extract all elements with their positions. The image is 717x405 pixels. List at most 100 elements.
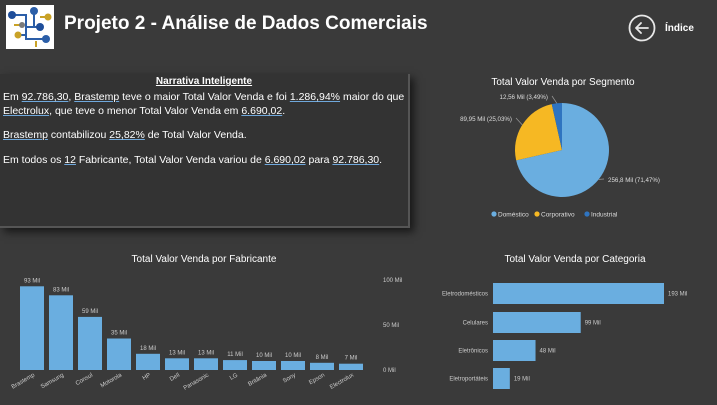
bar bbox=[493, 340, 536, 361]
legend-marker bbox=[534, 211, 540, 217]
narrative-value: 1.286,94% bbox=[289, 91, 341, 103]
y-tick-label: Celulares bbox=[463, 321, 488, 327]
page-title: Projeto 2 - Análise de Dados Comerciais bbox=[64, 13, 428, 34]
legend-label: Doméstico bbox=[498, 212, 529, 219]
index-label: Índice bbox=[665, 23, 694, 34]
pie-data-label: 12,56 Mil (3,49%) bbox=[500, 94, 549, 101]
header: Projeto 2 - Análise de Dados Comerciais … bbox=[0, 0, 717, 56]
legend-label: Industrial bbox=[591, 212, 618, 219]
manufacturer-bar-chart: 100 Mil 50 Mil 0 Mil 93 Mil Brastemp 83 Mil Sa… bbox=[11, 278, 403, 392]
narrative-text: . bbox=[379, 154, 383, 166]
bar-data-label: 19 Mil bbox=[514, 377, 530, 383]
bar-data-label: 10 Mil bbox=[256, 353, 272, 359]
x-tick-label: Samsung bbox=[40, 373, 65, 391]
x-tick-label: Epson bbox=[308, 373, 326, 387]
segment-chart-title: Total Valor Venda por Segmento bbox=[491, 77, 635, 88]
x-tick-label: Panasonic bbox=[183, 373, 210, 392]
pie-data-label: 256,8 Mil (71,47%) bbox=[608, 177, 660, 184]
narrative-paragraph-3: Em todos os 12 Fabricante, Total Valor V… bbox=[3, 153, 405, 167]
narrative-text: para bbox=[305, 154, 333, 166]
legend-marker bbox=[491, 211, 497, 217]
bar-data-label: 8 Mil bbox=[316, 355, 329, 361]
narrative-text: , que teve o menor Total Valor Venda em bbox=[49, 105, 242, 117]
bar bbox=[493, 368, 510, 389]
bar bbox=[493, 283, 664, 304]
y-tick-label: Eletrônicos bbox=[458, 349, 488, 355]
x-tick-label: Brastemp bbox=[11, 372, 37, 390]
pie-leader-line bbox=[551, 95, 558, 104]
x-tick-label: Electrolux bbox=[329, 373, 355, 391]
narrative-paragraph-2: Brastemp contabilizou 25,82% de Total Va… bbox=[3, 128, 405, 142]
narrative-value: Brastemp bbox=[74, 91, 120, 103]
bar bbox=[339, 363, 363, 370]
bar-data-label: 99 Mil bbox=[585, 321, 601, 327]
narrative-value: Electrolux bbox=[3, 105, 50, 117]
x-tick-label: HP bbox=[142, 373, 152, 382]
bar bbox=[194, 358, 218, 370]
bar-data-label: 83 Mil bbox=[53, 287, 69, 293]
bar-data-label: 18 Mil bbox=[140, 346, 156, 352]
narrative-title: Narrativa Inteligente bbox=[155, 76, 253, 87]
x-tick-label: LG bbox=[229, 372, 239, 381]
narrative-value: 92.786,30 bbox=[21, 91, 69, 103]
x-tick-label: Sony bbox=[282, 373, 297, 385]
segment-pie-chart: 256,8 Mil (71,47%) 89,95 Mil (25,03%) 12,5… bbox=[460, 94, 660, 219]
narrative-text: maior do que bbox=[340, 91, 405, 103]
back-arrow-icon[interactable] bbox=[628, 14, 656, 42]
narrative-value: 92.786,30 bbox=[332, 154, 380, 166]
x-tick-label: Motorola bbox=[100, 372, 124, 389]
smart-narrative: Narrativa Inteligente Em 92.786,30, Bras… bbox=[0, 74, 410, 228]
legend-marker bbox=[584, 211, 590, 217]
narrative-text: de Total Valor Venda. bbox=[144, 129, 247, 141]
narrative-paragraph-1: Em 92.786,30, Brastemp teve o maior Tota… bbox=[3, 90, 405, 118]
y-tick-label: 0 Mil bbox=[383, 368, 396, 374]
narrative-text: Em bbox=[3, 91, 22, 103]
bar bbox=[78, 316, 102, 370]
bar-data-label: 48 Mil bbox=[540, 349, 556, 355]
bar bbox=[107, 338, 131, 370]
index-button[interactable]: Índice bbox=[628, 14, 708, 48]
narrative-text: Em todos os bbox=[3, 154, 65, 166]
y-tick-label: Eletroportáteis bbox=[449, 377, 488, 383]
pie-data-label: 89,95 Mil (25,03%) bbox=[460, 116, 512, 123]
bar bbox=[49, 295, 73, 370]
x-tick-label: Consul bbox=[75, 373, 94, 388]
logo bbox=[6, 5, 54, 49]
x-tick-label: Britânia bbox=[247, 372, 268, 388]
bar-data-label: 193 Mil bbox=[668, 292, 687, 298]
pie-leader-line bbox=[515, 117, 523, 126]
narrative-text: contabilizou bbox=[47, 129, 110, 141]
bar bbox=[165, 358, 189, 370]
narrative-value: 25,82% bbox=[109, 129, 145, 141]
narrative-value: 6.690,02 bbox=[241, 105, 283, 117]
y-tick-label: 100 Mil bbox=[383, 278, 402, 284]
narrative-text: Fabricante, Total Valor Venda variou de bbox=[75, 154, 265, 166]
bar-data-label: 93 Mil bbox=[24, 278, 40, 284]
bar-data-label: 10 Mil bbox=[285, 353, 301, 359]
bar bbox=[223, 360, 247, 370]
narrative-value: Brastemp bbox=[3, 129, 48, 141]
bar-data-label: 11 Mil bbox=[227, 352, 243, 358]
category-chart-title: Total Valor Venda por Categoria bbox=[504, 254, 646, 265]
legend-label: Corporativo bbox=[541, 212, 575, 219]
bar bbox=[20, 286, 44, 370]
bar bbox=[281, 361, 305, 370]
bar bbox=[493, 312, 581, 333]
x-tick-label: Dell bbox=[169, 373, 181, 383]
bar-data-label: 7 Mil bbox=[345, 356, 358, 362]
bar-data-label: 35 Mil bbox=[111, 331, 127, 337]
y-tick-label: 50 Mil bbox=[383, 323, 399, 329]
bar-data-label: 13 Mil bbox=[198, 350, 214, 356]
narrative-value: 6.690,02 bbox=[264, 154, 306, 166]
bar-data-label: 59 Mil bbox=[82, 309, 98, 315]
manufacturer-chart-title: Total Valor Venda por Fabricante bbox=[131, 254, 277, 265]
y-tick-label: Eletrodomésticos bbox=[442, 292, 488, 298]
narrative-text: . bbox=[282, 105, 286, 117]
narrative-value: 12 bbox=[64, 154, 76, 166]
bar bbox=[136, 353, 160, 370]
category-bar-chart: Eletrodomésticos 193 Mil Celulares 99 Mil El… bbox=[442, 283, 687, 389]
bar-data-label: 13 Mil bbox=[169, 350, 185, 356]
bar bbox=[252, 361, 276, 370]
narrative-text: teve o maior Total Valor Venda e foi bbox=[119, 91, 290, 103]
bar bbox=[310, 362, 334, 370]
